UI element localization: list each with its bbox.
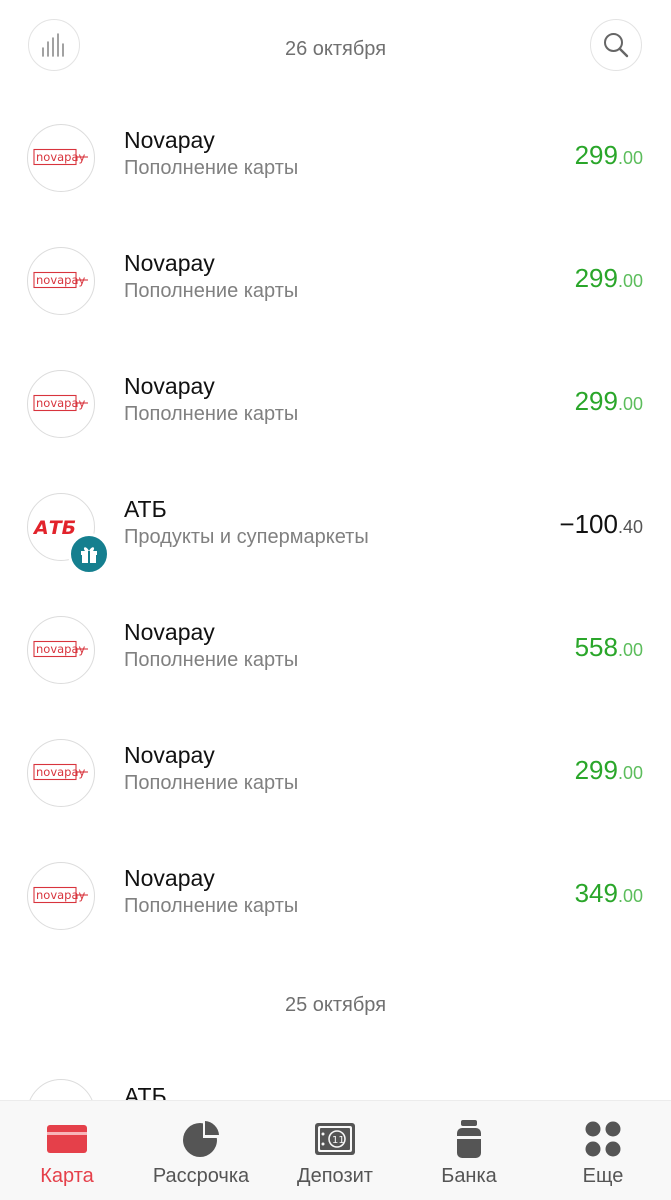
search-icon <box>604 33 629 58</box>
bottom-nav: Карта Рассрочка 11 Депозит Банка Еще <box>0 1100 671 1200</box>
transaction-category: Пополнение карты <box>124 649 299 671</box>
amount-integer: 299 <box>574 140 618 170</box>
novapay-logo-icon: novapay <box>33 886 88 904</box>
transaction-amount: 558.00 <box>575 632 643 663</box>
merchant-name: Novapay <box>124 250 215 276</box>
amount-fraction: .00 <box>617 640 643 660</box>
pie-chart-icon <box>134 1119 268 1159</box>
transaction-category: Продукты и супермаркеты <box>124 526 369 548</box>
merchant-logo: novapay <box>27 862 95 930</box>
merchant-logo: novapay <box>27 739 95 807</box>
gift-icon <box>81 547 97 563</box>
amount-integer: 299 <box>574 263 618 293</box>
amount-fraction: .00 <box>617 271 643 291</box>
merchant-logo: novapay <box>27 616 95 684</box>
amount-fraction: .00 <box>617 763 643 783</box>
transaction-amount: 299.00 <box>575 140 643 171</box>
svg-text:novapay: novapay <box>36 273 86 287</box>
amount-integer: 299 <box>574 386 618 416</box>
transaction-row[interactable]: АТБ АТБ Продукты и супермаркеты −100.40 <box>0 491 671 601</box>
svg-text:АТБ: АТБ <box>33 517 76 539</box>
date-header: 25 октября <box>284 994 387 1016</box>
date-header: 26 октября <box>284 38 387 60</box>
transaction-row[interactable]: novapay Novapay Пополнение карты 558.00 <box>0 614 671 724</box>
merchant-name: Novapay <box>124 865 215 891</box>
transaction-row[interactable]: novapay Novapay Пополнение карты 299.00 <box>0 737 671 847</box>
header: 26 октября <box>0 0 671 95</box>
more-icon <box>536 1119 670 1159</box>
novapay-logo-icon: novapay <box>33 640 88 658</box>
nav-item-jar[interactable]: Банка <box>402 1101 536 1200</box>
nav-label: Депозит <box>297 1165 373 1187</box>
svg-text:novapay: novapay <box>36 642 86 656</box>
svg-text:novapay: novapay <box>36 150 86 164</box>
svg-text:novapay: novapay <box>36 765 86 779</box>
nav-item-more[interactable]: Еще <box>536 1101 670 1200</box>
nav-item-deposit[interactable]: 11 Депозит <box>268 1101 402 1200</box>
deposit-icon: 11 <box>268 1119 402 1159</box>
amount-integer: 299 <box>574 755 618 785</box>
nav-label: Карта <box>40 1165 94 1187</box>
amount-fraction: .00 <box>617 394 643 414</box>
transaction-amount: 299.00 <box>575 263 643 294</box>
nav-label: Еще <box>582 1165 624 1187</box>
transaction-category: Пополнение карты <box>124 280 299 302</box>
app-screen: 26 октября novapay Novapay Пополнение ка… <box>0 0 671 1200</box>
amount-fraction: .00 <box>617 886 643 906</box>
svg-text:novapay: novapay <box>36 888 86 902</box>
transaction-category: Пополнение карты <box>124 403 299 425</box>
novapay-logo-icon: novapay <box>33 271 88 289</box>
transaction-category: Пополнение карты <box>124 157 299 179</box>
novapay-logo-icon: novapay <box>33 148 88 166</box>
nav-item-card[interactable]: Карта <box>0 1101 134 1200</box>
amount-integer: −100 <box>559 509 618 539</box>
transaction-amount: 349.00 <box>575 878 643 909</box>
transaction-row[interactable]: novapay Novapay Пополнение карты 299.00 <box>0 368 671 478</box>
transaction-amount: 299.00 <box>575 386 643 417</box>
nav-label: Банка <box>441 1165 497 1187</box>
merchant-name: Novapay <box>124 619 215 645</box>
transaction-row[interactable]: novapay Novapay Пополнение карты 299.00 <box>0 122 671 232</box>
nav-label: Рассрочка <box>152 1165 250 1187</box>
merchant-logo: novapay <box>27 247 95 315</box>
svg-text:novapay: novapay <box>36 396 86 410</box>
card-icon <box>0 1119 134 1159</box>
merchant-logo: novapay <box>27 124 95 192</box>
jar-icon <box>402 1119 536 1159</box>
merchant-name: Novapay <box>124 373 215 399</box>
merchant-logo: novapay <box>27 370 95 438</box>
nav-item-installment[interactable]: Рассрочка <box>134 1101 268 1200</box>
transaction-amount: −100.40 <box>559 509 643 540</box>
amount-integer: 349 <box>574 878 618 908</box>
gift-badge <box>68 533 110 575</box>
novapay-logo-icon: novapay <box>33 763 88 781</box>
amount-fraction: .00 <box>617 148 643 168</box>
search-button[interactable] <box>590 19 642 71</box>
transaction-category: Пополнение карты <box>124 895 299 917</box>
transaction-row[interactable]: novapay Novapay Пополнение карты 299.00 <box>0 245 671 355</box>
merchant-name: Novapay <box>124 127 215 153</box>
transaction-amount: 299.00 <box>575 755 643 786</box>
amount-integer: 558 <box>574 632 618 662</box>
transaction-row[interactable]: novapay Novapay Пополнение карты 349.00 <box>0 860 671 970</box>
novapay-logo-icon: novapay <box>33 394 88 412</box>
amount-fraction: .40 <box>617 517 643 537</box>
merchant-name: АТБ <box>124 496 167 522</box>
transaction-category: Пополнение карты <box>124 772 299 794</box>
merchant-name: Novapay <box>124 742 215 768</box>
svg-text:11: 11 <box>332 1135 345 1146</box>
